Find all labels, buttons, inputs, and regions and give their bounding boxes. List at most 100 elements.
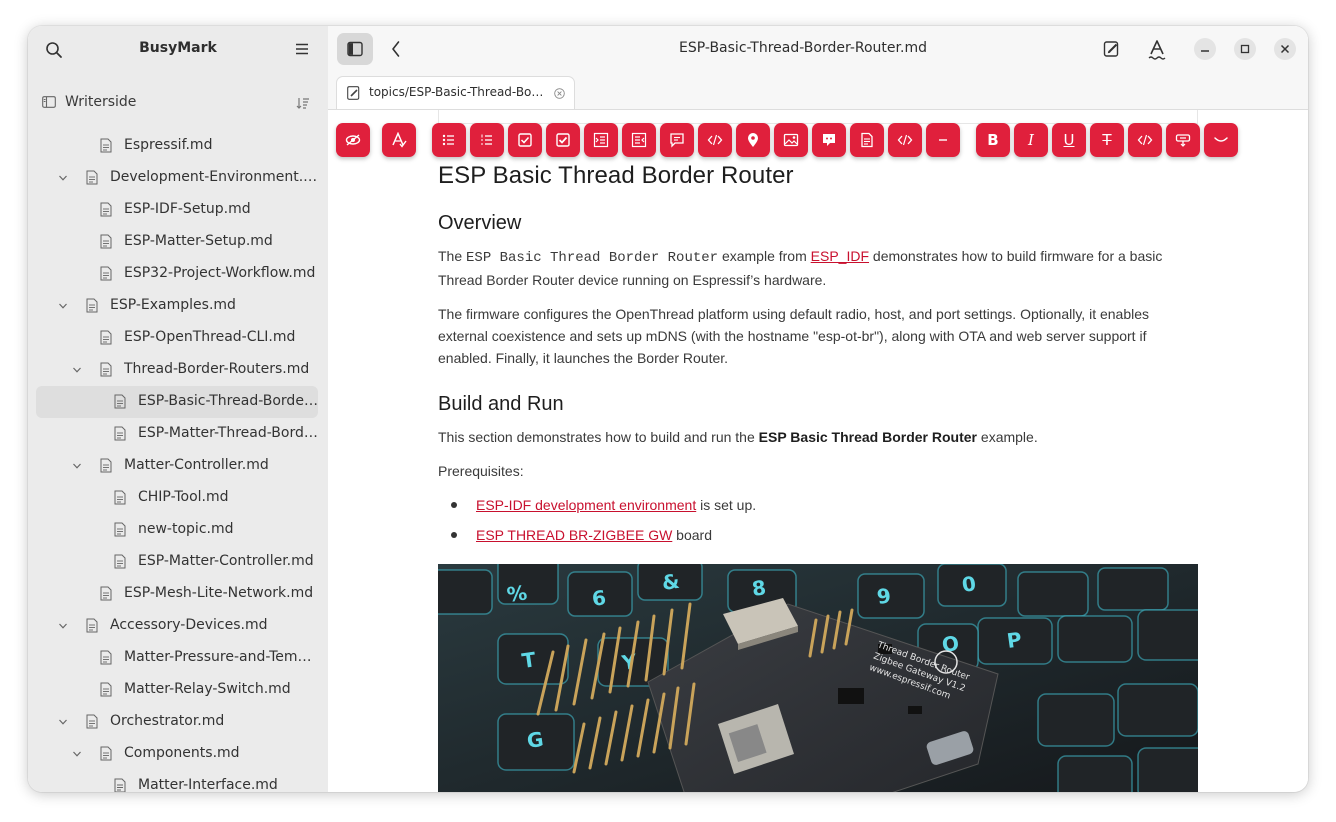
- maximize-button[interactable]: [1234, 38, 1256, 60]
- tree-item[interactable]: new-topic.md: [28, 514, 328, 546]
- tab-close-icon[interactable]: [554, 88, 565, 99]
- chevron-down-icon[interactable]: [58, 173, 68, 183]
- minimize-button[interactable]: [1194, 38, 1216, 60]
- tree-item[interactable]: Matter-Relay-Switch.md: [28, 674, 328, 706]
- tree-item[interactable]: Orchestrator.md: [28, 706, 328, 738]
- sort-icon[interactable]: [296, 97, 310, 109]
- close-button[interactable]: [1274, 38, 1296, 60]
- photo-illustration: % 6 & 8 9 0 T Y O P G Thread Border Rout…: [438, 564, 1198, 792]
- tree-item-label: ESP-OpenThread-CLI.md: [124, 329, 296, 345]
- spellcheck-button[interactable]: [382, 123, 416, 157]
- tree-item-label: ESP-Matter-Thread-Border-Router.md: [138, 425, 318, 441]
- edit-mode-icon[interactable]: [1103, 40, 1121, 58]
- indent-button[interactable]: [584, 123, 618, 157]
- chevron-down-icon[interactable]: [58, 621, 68, 631]
- tree-item[interactable]: ESP-Examples.md: [28, 290, 328, 322]
- bulleted-list-icon: [442, 134, 454, 146]
- tree-item-label: Matter-Relay-Switch.md: [124, 681, 291, 697]
- prerequisites-list: ESP-IDF development environment is set u…: [438, 494, 1198, 546]
- document-button[interactable]: [850, 123, 884, 157]
- bold-icon: B: [987, 131, 999, 149]
- horizontal-rule-button[interactable]: [926, 123, 960, 157]
- indent-icon: [593, 132, 609, 148]
- outdent-button[interactable]: [622, 123, 656, 157]
- tab-label: topics/ESP-Basic-Thread-Border-Router.md: [369, 85, 544, 99]
- italic-icon: I: [1028, 131, 1034, 149]
- callout-button[interactable]: [812, 123, 846, 157]
- numbered-list-button[interactable]: [470, 123, 504, 157]
- link-icon: [1175, 134, 1191, 147]
- inline-code-button[interactable]: [1128, 123, 1162, 157]
- checked-task-button[interactable]: [546, 123, 580, 157]
- tree-item[interactable]: Matter-Interface.md: [28, 770, 328, 792]
- esp-thread-br-link[interactable]: ESP THREAD BR-ZIGBEE GW: [476, 527, 672, 543]
- hamburger-menu-icon[interactable]: [294, 41, 310, 57]
- tree-item[interactable]: CHIP-Tool.md: [28, 482, 328, 514]
- esp-idf-environment-link[interactable]: ESP-IDF development environment: [476, 497, 696, 513]
- tree-item-label: Matter-Interface.md: [138, 777, 278, 792]
- workspace-row[interactable]: Writerside: [28, 90, 328, 116]
- underline-button[interactable]: U: [1052, 123, 1086, 157]
- tree-item[interactable]: Development-Environment.md: [28, 162, 328, 194]
- tree-item[interactable]: ESP-Matter-Thread-Border-Router.md: [28, 418, 328, 450]
- chevron-down-icon[interactable]: [72, 749, 82, 759]
- comment-button[interactable]: [660, 123, 694, 157]
- more-button[interactable]: [1204, 123, 1238, 157]
- link-button[interactable]: [1166, 123, 1200, 157]
- tree-item-label: Matter-Controller.md: [124, 457, 269, 473]
- code-button[interactable]: [698, 123, 732, 157]
- tree-item[interactable]: Espressif.md: [28, 130, 328, 162]
- font-settings-icon[interactable]: [1147, 39, 1167, 61]
- file-icon: [114, 490, 126, 505]
- file-icon: [100, 362, 112, 377]
- italic-button[interactable]: I: [1014, 123, 1048, 157]
- app-window: BusyMark Writerside Espressif.md Develop…: [28, 26, 1308, 792]
- code-block-icon: [897, 134, 913, 146]
- strikethrough-button[interactable]: T: [1090, 123, 1124, 157]
- tree-item[interactable]: Matter-Pressure-and-Temperature.md: [28, 642, 328, 674]
- file-icon: [100, 746, 112, 761]
- esp-idf-link[interactable]: ESP_IDF: [811, 248, 869, 264]
- back-chevron-icon[interactable]: [390, 40, 402, 58]
- task-list-button[interactable]: [508, 123, 542, 157]
- chevron-down-icon: [1214, 137, 1228, 142]
- bulleted-list-button[interactable]: [432, 123, 466, 157]
- bold-text: ESP Basic Thread Border Router: [758, 429, 978, 445]
- list-item: ESP THREAD BR-ZIGBEE GW board: [438, 524, 1198, 546]
- tree-item[interactable]: ESP-Mesh-Lite-Network.md: [28, 578, 328, 610]
- chevron-down-icon[interactable]: [58, 717, 68, 727]
- file-icon: [100, 330, 112, 345]
- eye-off-icon: [345, 134, 361, 146]
- toggle-sidebar-button[interactable]: [337, 33, 373, 65]
- tree-item[interactable]: Matter-Controller.md: [28, 450, 328, 482]
- text-segment: board: [672, 527, 712, 543]
- tree-item-selected[interactable]: ESP-Basic-Thread-Border-Router.md: [36, 386, 318, 418]
- inline-code-icon: [1137, 134, 1153, 146]
- board-photo: % 6 & 8 9 0 T Y O P G Thread Border Rout…: [438, 564, 1198, 792]
- tree-item-label: Development-Environment.md: [110, 169, 318, 185]
- tree-item[interactable]: ESP32-Project-Workflow.md: [28, 258, 328, 290]
- code-icon: [707, 134, 723, 146]
- tree-item[interactable]: Accessory-Devices.md: [28, 610, 328, 642]
- file-icon: [114, 554, 126, 569]
- tree-item[interactable]: Components.md: [28, 738, 328, 770]
- svg-text:%: %: [505, 580, 528, 607]
- image-button[interactable]: [774, 123, 808, 157]
- tree-item[interactable]: ESP-OpenThread-CLI.md: [28, 322, 328, 354]
- bold-button[interactable]: B: [976, 123, 1010, 157]
- tree-item[interactable]: ESP-Matter-Setup.md: [28, 226, 328, 258]
- location-button[interactable]: [736, 123, 770, 157]
- chevron-down-icon[interactable]: [72, 461, 82, 471]
- chevron-down-icon[interactable]: [72, 365, 82, 375]
- map-pin-icon: [748, 133, 758, 147]
- code-block-button[interactable]: [888, 123, 922, 157]
- hide-preview-button[interactable]: [336, 123, 370, 157]
- tree-item[interactable]: ESP-Matter-Controller.md: [28, 546, 328, 578]
- workspace-name: Writerside: [65, 94, 137, 110]
- chevron-down-icon[interactable]: [58, 301, 68, 311]
- sidebar: BusyMark Writerside Espressif.md Develop…: [28, 26, 328, 792]
- tree-item-label: ESP32-Project-Workflow.md: [124, 265, 316, 281]
- tab-document[interactable]: topics/ESP-Basic-Thread-Border-Router.md: [336, 76, 575, 109]
- tree-item[interactable]: Thread-Border-Routers.md: [28, 354, 328, 386]
- tree-item[interactable]: ESP-IDF-Setup.md: [28, 194, 328, 226]
